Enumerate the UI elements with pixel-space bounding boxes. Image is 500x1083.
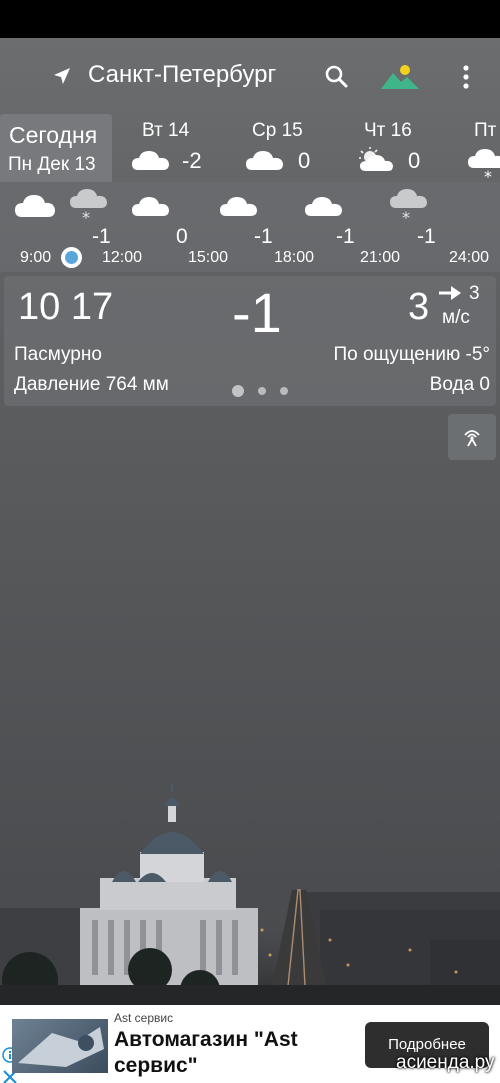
tab-day-3[interactable]: Чт 16 0 [352,114,452,182]
hour-temp: -1 [417,225,436,248]
today-date: Пн Дек 13 [8,154,96,175]
wind-speed: 3 [408,286,430,328]
ad-title[interactable]: Автомагазин "Ast сервис" [114,1027,354,1079]
hour-temp: -1 [92,225,111,248]
tab-day-4[interactable]: Пт * [462,114,500,182]
hour-temp: -1 [336,225,355,248]
snow-cloud-icon: * [390,189,427,224]
hour-time: 15:00 [188,249,229,266]
tab-day-2[interactable]: Ср 15 0 [240,114,340,182]
feels-like-text: По ощущению -5° [333,344,490,365]
page-dot [258,387,266,395]
hour-time: 12:00 [102,249,143,266]
snow-cloud-icon: * [70,189,107,224]
condition-text: Пасмурно [14,344,102,365]
cloud-icon [132,151,169,170]
city-name[interactable]: Санкт-Петербург [88,61,276,89]
cloud-icon [132,197,169,216]
day-name: Вт 14 [142,120,190,141]
tab-day-1[interactable]: Вт 14 -2 [124,114,224,182]
hour-time: 24:00 [449,249,490,266]
day-name: Чт 16 [364,120,412,141]
current-temp: -1 [232,281,282,344]
more-vert-icon[interactable] [458,64,474,90]
hour-temp: 0 [176,225,188,248]
cathedral-cityscape-image [0,784,500,1005]
radar-button[interactable] [448,414,496,460]
today-label: Сегодня [9,122,98,148]
cloud-icon [15,195,55,217]
page-dot-active [232,385,244,397]
hour-temp: -1 [254,225,273,248]
wind-unit: м/с [442,307,470,328]
tab-today[interactable]: Сегодня Пн Дек 13 [0,114,112,182]
ad-product-icon [18,1027,104,1067]
search-icon[interactable] [324,64,348,88]
radar-icon [464,430,480,447]
pressure-text: Давление 764 мм [14,374,169,395]
current-time-marker[interactable] [61,247,82,268]
low-high-temp: 10 17 [18,286,114,328]
day-name: Ср 15 [252,120,303,141]
page-dot [280,387,288,395]
landscape-icon[interactable] [381,63,419,89]
location-arrow-icon[interactable] [52,66,72,86]
cloud-icon [305,197,342,216]
day-temp: 0 [408,148,421,173]
wind-direction-icon [439,286,461,300]
wind-gust: 3 [469,283,480,304]
hour-time: 18:00 [274,249,315,266]
day-name: Пт [474,120,497,141]
cloud-icon [246,151,283,170]
ad-image[interactable] [12,1019,108,1073]
watermark: асиенда.ру [396,1052,495,1073]
current-conditions-card[interactable]: 10 17 -1 3 3 м/с Пасмурно По ощущению -5… [4,276,496,406]
partly-cloudy-icon [359,147,393,171]
svg-text:*: * [402,208,410,224]
ad-sponsor: Ast сервис [114,1011,174,1025]
day-temp: -2 [182,148,202,173]
hour-time: 21:00 [360,249,401,266]
snow-cloud-icon: * [468,149,500,182]
svg-text:*: * [484,167,492,182]
water-temp-text: Вода 0 [429,374,490,395]
status-bar [0,0,500,38]
day-temp: 0 [298,148,311,173]
page-indicator [232,383,292,397]
cloud-icon [220,197,257,216]
hour-time: 9:00 [20,249,52,266]
svg-text:*: * [82,208,90,224]
